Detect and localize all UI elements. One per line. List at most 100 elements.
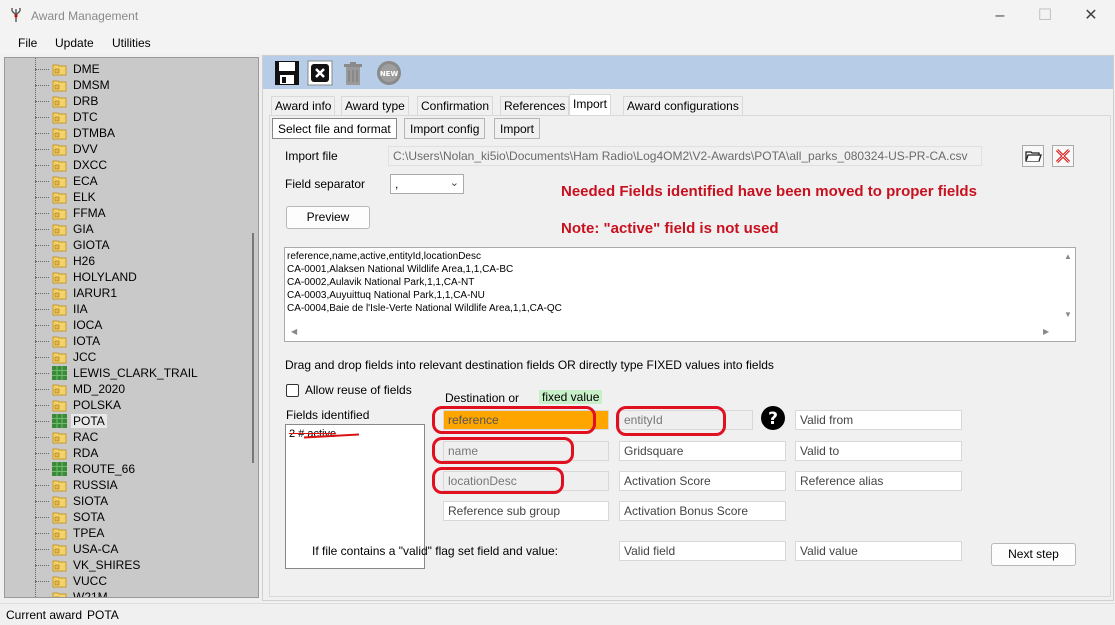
close-window-button[interactable]: ✕	[1081, 6, 1101, 26]
valid-value-field[interactable]: Valid value	[795, 541, 962, 561]
valid-to-field[interactable]: Valid to	[795, 441, 962, 461]
folder-icon	[52, 544, 67, 556]
tree-item[interactable]: RUSSIA	[5, 477, 245, 493]
menu-utilities[interactable]: Utilities	[112, 36, 151, 50]
minimize-button[interactable]: –	[990, 6, 1010, 26]
valid-field[interactable]: Valid field	[619, 541, 786, 561]
scroll-left-icon[interactable]: ◀	[291, 327, 297, 336]
cancel-icon[interactable]	[306, 59, 334, 87]
award-tree: DME DMSM DRB DTC DTMBA DVV DXCC ECA ELK FFMA GIA GI…	[4, 57, 259, 598]
tree-scrollbar[interactable]	[248, 58, 258, 597]
tree-item[interactable]: IARUR1	[5, 285, 245, 301]
tree-connector	[35, 69, 49, 70]
tree-item[interactable]: DTC	[5, 109, 245, 125]
tree-item[interactable]: SOTA	[5, 509, 245, 525]
tree-item-label: DME	[73, 62, 100, 76]
scroll-down-icon[interactable]: ▼	[1064, 310, 1072, 319]
list-item[interactable]: 2 # active	[289, 428, 336, 440]
tree-item-label: POTA	[71, 414, 107, 428]
preview-line: CA-0004,Baie de l'Isle-Verte National Wi…	[287, 303, 562, 314]
reference-alias-field[interactable]: Reference alias	[795, 471, 962, 491]
tree-item-label: TPEA	[73, 526, 105, 540]
tree-item[interactable]: TPEA	[5, 525, 245, 541]
save-icon[interactable]	[273, 59, 301, 87]
tab-award-configurations[interactable]: Award configurations	[623, 96, 743, 116]
preview-vscroll[interactable]: ▲ ▼	[1061, 248, 1075, 324]
maximize-button[interactable]: ☐	[1035, 6, 1055, 26]
preview-hscroll[interactable]: ◀ ▶	[285, 325, 1075, 341]
annotation-oval-reference	[432, 406, 596, 434]
tree-item[interactable]: HOLYLAND	[5, 269, 245, 285]
import-file-label: Import file	[285, 149, 338, 163]
tree-item[interactable]: DTMBA	[5, 125, 245, 141]
tree-item[interactable]: IOCA	[5, 317, 245, 333]
tab-references[interactable]: References	[500, 96, 570, 116]
tree-item[interactable]: RDA	[5, 445, 245, 461]
tree-item-label: MD_2020	[73, 382, 126, 396]
tree-item[interactable]: DME	[5, 61, 245, 77]
tree-item[interactable]: GIOTA	[5, 237, 245, 253]
activation-score-field[interactable]: Activation Score	[619, 471, 786, 491]
tree-item[interactable]: DMSM	[5, 77, 245, 93]
tree-item[interactable]: VK_SHIRES	[5, 557, 245, 573]
folder-icon	[52, 352, 67, 364]
folder-icon	[52, 336, 67, 348]
preview-line: CA-0002,Aulavik National Park,1,1,CA-NT	[287, 277, 475, 288]
tree-item[interactable]: IIA	[5, 301, 245, 317]
tree-item[interactable]: JCC	[5, 349, 245, 365]
activation-bonus-score-field[interactable]: Activation Bonus Score	[619, 501, 786, 521]
folder-icon	[52, 160, 67, 172]
valid-from-field[interactable]: Valid from	[795, 410, 962, 430]
delete-icon[interactable]	[339, 59, 367, 87]
tree-item[interactable]: DVV	[5, 141, 245, 157]
tree-item[interactable]: SIOTA	[5, 493, 245, 509]
tab-confirmation[interactable]: Confirmation	[417, 96, 494, 116]
field-separator-select[interactable]: , ⌄	[390, 174, 464, 194]
tree-item[interactable]: GIA	[5, 221, 245, 237]
subtab-import[interactable]: Import	[494, 118, 541, 139]
tree-item[interactable]: VUCC	[5, 573, 245, 589]
reference-sub-group-field[interactable]: Reference sub group	[443, 501, 609, 521]
tree-item[interactable]: FFMA	[5, 205, 245, 221]
tree-connector	[35, 85, 49, 86]
tree-item[interactable]: W21M	[5, 589, 245, 597]
tree-item[interactable]: H26	[5, 253, 245, 269]
clear-file-button[interactable]	[1052, 145, 1074, 167]
scroll-right-icon[interactable]: ▶	[1043, 327, 1049, 336]
tab-award-type[interactable]: Award type	[341, 96, 409, 116]
tree-item[interactable]: DXCC	[5, 157, 245, 173]
folder-icon	[52, 528, 67, 540]
allow-reuse-checkbox[interactable]	[286, 384, 299, 397]
tab-import[interactable]: Import	[569, 94, 612, 116]
gridsquare-field[interactable]: Gridsquare	[619, 441, 786, 461]
tree-item[interactable]: USA-CA	[5, 541, 245, 557]
tree-item[interactable]: LEWIS_CLARK_TRAIL	[5, 365, 245, 381]
folder-icon	[52, 560, 67, 572]
tree-item[interactable]: ROUTE_66	[5, 461, 245, 477]
help-icon[interactable]: ?	[760, 405, 786, 431]
scroll-up-icon[interactable]: ▲	[1064, 252, 1072, 261]
subtab-import-config[interactable]: Import config	[404, 118, 486, 139]
tree-item[interactable]: IOTA	[5, 333, 245, 349]
new-icon[interactable]: NEW	[375, 59, 403, 87]
tree-item[interactable]: ELK	[5, 189, 245, 205]
open-folder-button[interactable]	[1022, 145, 1044, 167]
menu-update[interactable]: Update	[55, 36, 94, 50]
preview-button[interactable]: Preview	[286, 206, 370, 229]
folder-icon	[52, 80, 67, 92]
tree-item[interactable]: DRB	[5, 93, 245, 109]
tree-connector	[35, 485, 49, 486]
tree-item[interactable]: ECA	[5, 173, 245, 189]
tree-item[interactable]: POLSKA	[5, 397, 245, 413]
next-step-button[interactable]: Next step	[991, 543, 1076, 566]
tree-item-label: IIA	[73, 302, 88, 316]
tab-award-info[interactable]: Award info	[271, 96, 336, 116]
tree-item[interactable]: RAC	[5, 429, 245, 445]
tree-item[interactable]: POTA	[5, 413, 245, 429]
tree-item[interactable]: MD_2020	[5, 381, 245, 397]
menu-file[interactable]: File	[18, 36, 37, 50]
tree-scroll-thumb[interactable]	[252, 233, 254, 463]
tree-item-label: DVV	[73, 142, 98, 156]
subtab-select-file[interactable]: Select file and format	[272, 118, 397, 139]
preview-area[interactable]: reference,name,active,entityId,locationD…	[284, 247, 1076, 342]
